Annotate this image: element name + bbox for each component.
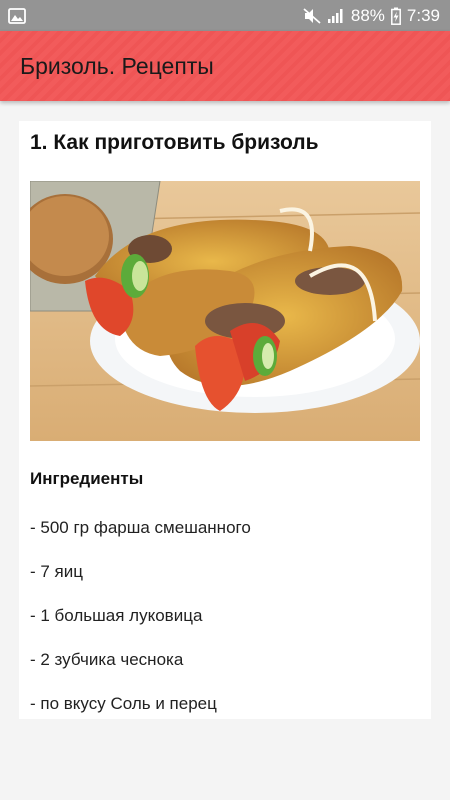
ingredient-item: - 1 большая луковица (30, 606, 203, 625)
recipe-title: 1. Как приготовить бризоль (30, 131, 319, 154)
signal-icon (327, 8, 345, 24)
image-notification-icon (8, 7, 26, 24)
status-bar: 88% 7:39 (0, 0, 450, 31)
mute-icon (303, 7, 321, 25)
recipe-card: 1. Как приготовить бризоль Ингредиенты -… (19, 121, 431, 719)
ingredients-heading: Ингредиенты (30, 469, 144, 488)
ingredient-item: - по вкусу Соль и перец (30, 694, 217, 713)
app-title: Бризоль. Рецепты (20, 52, 214, 79)
ingredient-item: - 2 зубчика чеснока (30, 650, 184, 669)
battery-charging-icon (390, 7, 401, 25)
battery-percent: 88% (350, 5, 385, 25)
recipe-photo (30, 181, 420, 441)
ingredient-item: - 500 гр фарша смешанного (30, 518, 251, 537)
ingredient-item: - 7 яиц (30, 562, 84, 581)
app-bar: Бризоль. Рецепты (0, 31, 450, 101)
clock: 7:39 (406, 5, 440, 25)
